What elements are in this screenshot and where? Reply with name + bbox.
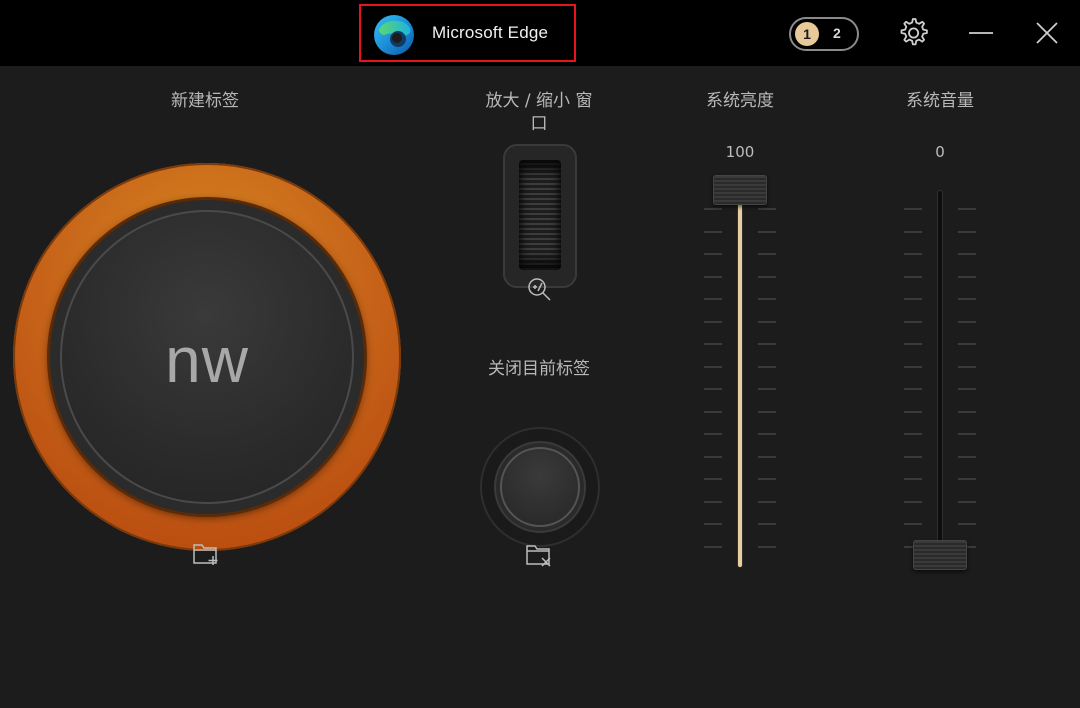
slider-tick — [758, 455, 776, 458]
slider-tick — [758, 433, 776, 435]
slider-tick — [704, 208, 722, 210]
slider-tick — [958, 320, 976, 323]
slider-tick — [704, 275, 722, 278]
slider-tick — [904, 523, 922, 525]
slider-tick — [904, 365, 922, 368]
slider-tick — [758, 500, 776, 503]
app-selector[interactable]: Microsoft Edge — [359, 4, 576, 62]
brightness-fill — [738, 189, 742, 567]
new-tab-label: 新建标签 — [171, 91, 239, 111]
close-tab-icon — [526, 545, 551, 567]
slider-tick — [904, 320, 922, 323]
slider-tick — [704, 343, 722, 345]
slider-tick — [904, 500, 922, 503]
slider-tick — [704, 298, 722, 300]
page-1-indicator[interactable]: 1 — [795, 22, 819, 46]
new-tab-dial-ring[interactable]: nw — [13, 163, 401, 551]
slider-tick — [958, 275, 976, 278]
slider-tick — [958, 230, 976, 233]
new-tab-knob[interactable]: nw — [60, 210, 354, 504]
slider-tick — [904, 433, 922, 435]
zoom-icon — [528, 278, 551, 301]
volume-handle[interactable] — [913, 540, 967, 570]
slider-tick — [958, 298, 976, 300]
slider-tick — [704, 253, 722, 255]
knob-text: nw — [165, 324, 249, 396]
close-tab-button-bezel — [494, 441, 586, 533]
edge-logo-icon — [374, 15, 414, 55]
slider-tick — [958, 253, 976, 255]
slider-tick — [904, 275, 922, 278]
slider-tick — [904, 388, 922, 390]
page-switch[interactable]: 1 2 — [789, 17, 859, 51]
brightness-track[interactable] — [737, 189, 743, 568]
slider-tick — [704, 410, 722, 413]
slider-tick — [704, 545, 722, 548]
slider-tick — [704, 230, 722, 233]
slider-tick — [904, 343, 922, 345]
dial-recess: nw — [50, 200, 364, 514]
slider-tick — [758, 388, 776, 390]
slider-tick — [758, 365, 776, 368]
slider-tick — [958, 478, 976, 480]
brightness-label: 系统亮度 — [706, 91, 774, 111]
close-icon[interactable] — [1033, 19, 1061, 47]
slider-tick — [904, 253, 922, 255]
slider-tick — [758, 320, 776, 323]
slider-tick — [958, 410, 976, 413]
slider-tick — [904, 208, 922, 210]
new-tab-icon — [193, 544, 218, 565]
volume-track[interactable] — [937, 190, 943, 568]
slider-tick — [758, 343, 776, 345]
slider-tick — [958, 523, 976, 525]
slider-tick — [704, 388, 722, 390]
slider-tick — [704, 365, 722, 368]
slider-tick — [704, 433, 722, 435]
slider-tick — [758, 275, 776, 278]
slider-tick — [904, 478, 922, 480]
slider-tick — [758, 478, 776, 480]
slider-tick — [958, 455, 976, 458]
slider-tick — [904, 455, 922, 458]
slider-tick — [758, 230, 776, 233]
gear-icon[interactable] — [896, 16, 930, 50]
slider-tick — [958, 500, 976, 503]
slider-tick — [704, 320, 722, 323]
slider-tick — [904, 230, 922, 233]
close-tab-label: 关闭目前标签 — [488, 359, 590, 379]
slider-tick — [958, 208, 976, 210]
close-tab-button-housing — [480, 427, 600, 547]
slider-tick — [704, 523, 722, 525]
slider-tick — [958, 343, 976, 345]
slider-tick — [958, 388, 976, 390]
zoom-label: 放大 / 缩小 窗口 — [485, 91, 593, 134]
slider-tick — [758, 253, 776, 255]
close-tab-button[interactable] — [500, 447, 580, 527]
slider-tick — [758, 410, 776, 413]
page-2-indicator[interactable]: 2 — [833, 25, 841, 41]
slider-tick — [704, 455, 722, 458]
title-bar: Microsoft Edge 1 2 — [0, 0, 1080, 66]
slider-tick — [758, 523, 776, 525]
slider-tick — [758, 298, 776, 300]
slider-tick — [758, 545, 776, 548]
slider-tick — [958, 433, 976, 435]
slider-tick — [904, 298, 922, 300]
volume-label: 系统音量 — [906, 91, 974, 111]
minimize-icon[interactable] — [967, 20, 995, 48]
slider-tick — [958, 365, 976, 368]
volume-value: 0 — [935, 143, 945, 161]
slider-tick — [704, 478, 722, 480]
brightness-handle[interactable] — [713, 175, 767, 205]
slider-tick — [758, 208, 776, 210]
slider-tick — [704, 500, 722, 503]
brightness-value: 100 — [725, 143, 755, 161]
slider-tick — [904, 410, 922, 413]
app-name: Microsoft Edge — [432, 23, 549, 42]
zoom-wheel-frame — [503, 144, 577, 288]
zoom-wheel[interactable] — [519, 160, 561, 270]
